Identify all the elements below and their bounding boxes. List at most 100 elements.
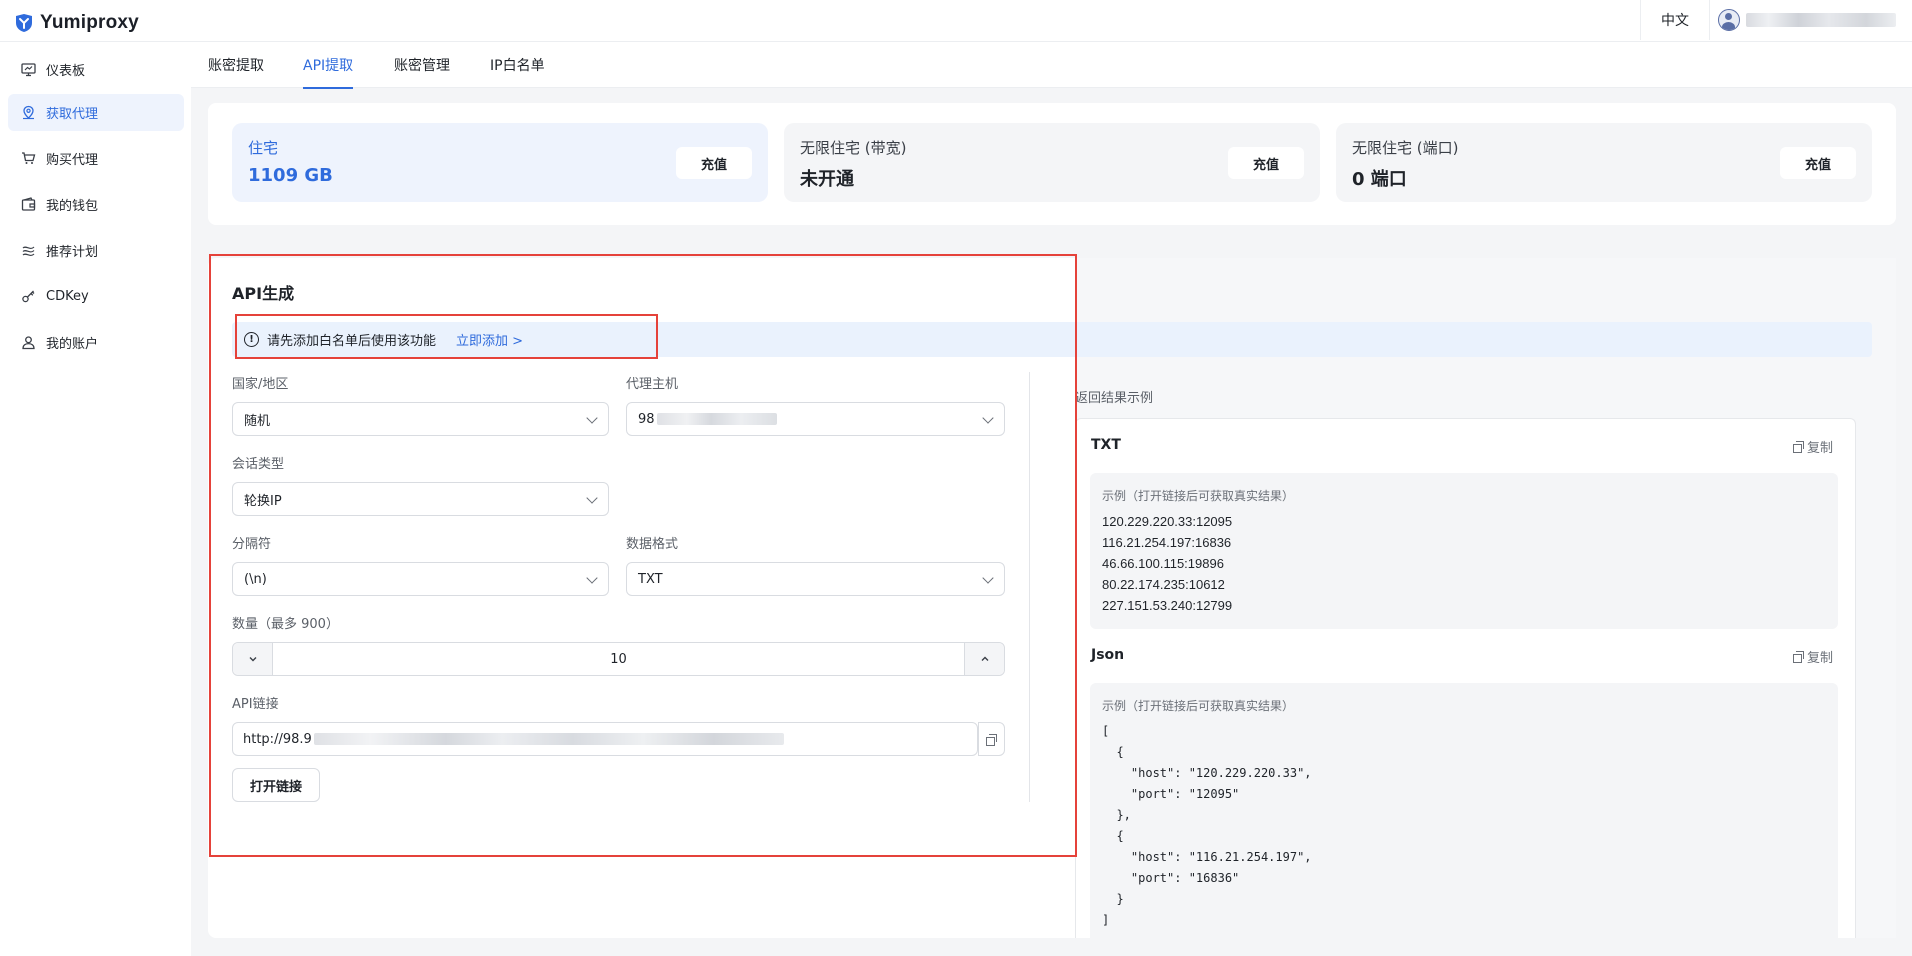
separator-label: 分隔符 <box>232 537 272 552</box>
country-value: 随机 <box>244 413 271 429</box>
section-title: API生成 <box>232 284 295 303</box>
country-select[interactable]: 随机 <box>232 402 609 436</box>
json-line: ] <box>1102 913 1110 927</box>
tab-api-extract[interactable]: API提取 <box>303 42 354 89</box>
user-menu[interactable] <box>1718 9 1896 31</box>
balance-unlimited-ports: 无限住宅 (端口) 0 端口 充值 <box>1336 123 1872 202</box>
increment-button[interactable] <box>964 643 1004 675</box>
brand-logo[interactable]: Yumiproxy <box>14 12 139 34</box>
sidebar-item-referral[interactable]: 推荐计划 <box>8 232 184 269</box>
txt-line: 120.229.220.33:12095 <box>1102 514 1233 529</box>
add-whitelist-link[interactable]: 立即添加 > <box>456 330 523 349</box>
txt-line: 227.151.53.240:12799 <box>1102 598 1233 613</box>
cart-icon <box>20 151 36 167</box>
sidebar-item-buy-proxy[interactable]: 购买代理 <box>8 140 184 177</box>
copy-icon <box>986 733 997 746</box>
sidebar-item-get-proxy[interactable]: 获取代理 <box>8 94 184 131</box>
host-select[interactable]: 98 <box>626 402 1005 436</box>
sidebar-item-wallet[interactable]: 我的钱包 <box>8 186 184 223</box>
balance-residential: 住宅 1109 GB 充值 <box>232 123 768 202</box>
session-label: 会话类型 <box>232 457 285 472</box>
session-select[interactable]: 轮换IP <box>232 482 609 516</box>
avatar <box>1718 9 1740 31</box>
txt-example-box: 示例（打开链接后可获取真实结果） 120.229.220.33:12095 11… <box>1090 473 1838 629</box>
separator-value: (\n) <box>244 571 267 587</box>
column-divider <box>1029 372 1030 802</box>
balance-unlimited-bandwidth: 无限住宅 (带宽) 未开通 充值 <box>784 123 1320 202</box>
api-link-redacted <box>313 733 784 745</box>
copy-label: 复制 <box>1807 651 1834 666</box>
recharge-button[interactable]: 充值 <box>676 147 752 179</box>
balance-value: 未开通 <box>800 169 854 190</box>
sidebar-item-label: 我的钱包 <box>46 199 99 214</box>
chevron-down-icon <box>249 657 256 662</box>
tab-ip-whitelist[interactable]: IP白名单 <box>490 42 545 88</box>
sidebar-item-dashboard[interactable]: 仪表板 <box>8 51 184 88</box>
host-redacted <box>656 413 777 425</box>
copy-icon <box>1793 651 1804 663</box>
balance-panel: 住宅 1109 GB 充值 无限住宅 (带宽) 未开通 充值 无限住宅 (端口)… <box>208 103 1896 225</box>
host-label: 代理主机 <box>626 377 679 392</box>
top-bar: Yumiproxy 中文 <box>0 0 1912 42</box>
sidebar-item-cdkey[interactable]: CDKey <box>8 278 184 315</box>
api-link-value: http://98.9 <box>243 731 312 747</box>
copy-json-button[interactable]: 复制 <box>1793 647 1833 666</box>
json-example-box: 示例（打开链接后可获取真实结果） [ { "host": "120.229.22… <box>1090 683 1838 938</box>
open-link-button[interactable]: 打开链接 <box>232 768 320 802</box>
json-line: [ <box>1102 724 1110 738</box>
copy-txt-button[interactable]: 复制 <box>1793 437 1833 456</box>
user-icon <box>20 335 36 351</box>
format-label: 数据格式 <box>626 537 679 552</box>
sidebar: 仪表板 获取代理 购买代理 我的钱包 推荐计划 CDKey 我的账户 <box>0 42 191 956</box>
txt-line: 116.21.254.197:16836 <box>1102 535 1232 550</box>
tab-account-management[interactable]: 账密管理 <box>394 42 450 88</box>
format-select[interactable]: TXT <box>626 562 1005 596</box>
location-icon <box>20 105 36 121</box>
tab-account-extract[interactable]: 账密提取 <box>208 42 264 88</box>
sidebar-item-label: 获取代理 <box>46 107 99 122</box>
chevron-up-icon <box>981 656 988 661</box>
json-line: { <box>1102 745 1124 759</box>
json-line: "port": "16836" <box>1102 871 1240 885</box>
logo-icon <box>16 14 32 32</box>
tab-bar: 账密提取 API提取 账密管理 IP白名单 <box>191 42 1912 89</box>
balance-value: 0 端口 <box>1352 169 1407 190</box>
brand-name: Yumiproxy <box>40 12 139 33</box>
json-line: "host": "120.229.220.33", <box>1102 766 1312 780</box>
referral-icon <box>20 243 36 259</box>
quantity-stepper: 10 <box>232 642 1005 676</box>
txt-heading: TXT <box>1091 437 1121 453</box>
user-name-redacted <box>1746 13 1896 27</box>
example-caption: 示例（打开链接后可获取真实结果） <box>1102 699 1295 713</box>
separator-select[interactable]: (\n) <box>232 562 609 596</box>
json-line: "port": "12095" <box>1102 787 1240 801</box>
recharge-button[interactable]: 充值 <box>1780 147 1856 179</box>
chevron-down-icon <box>982 572 994 584</box>
sidebar-item-label: 仪表板 <box>46 64 86 79</box>
api-link-label: API链接 <box>232 697 279 712</box>
decrement-button[interactable] <box>233 643 273 675</box>
chevron-down-icon <box>586 412 598 424</box>
api-link-field[interactable]: http://98.9 <box>232 722 978 756</box>
recharge-button[interactable]: 充值 <box>1228 147 1304 179</box>
quantity-input[interactable]: 10 <box>273 643 964 675</box>
json-line: }, <box>1102 808 1131 822</box>
balance-title: 无限住宅 (带宽) <box>800 139 907 157</box>
format-value: TXT <box>638 571 663 587</box>
dashboard-icon <box>20 62 36 78</box>
sidebar-item-label: CDKey <box>46 289 89 304</box>
sidebar-item-account[interactable]: 我的账户 <box>8 324 184 361</box>
chevron-down-icon <box>586 492 598 504</box>
sidebar-item-label: 购买代理 <box>46 153 99 168</box>
json-line: { <box>1102 829 1124 843</box>
sidebar-item-label: 我的账户 <box>46 337 99 352</box>
chevron-down-icon <box>586 572 598 584</box>
txt-line: 46.66.100.115:19896 <box>1102 556 1224 571</box>
txt-line: 80.22.174.235:10612 <box>1102 577 1225 592</box>
sidebar-item-label: 推荐计划 <box>46 245 99 260</box>
host-value: 98 <box>638 411 655 427</box>
wallet-icon <box>20 197 36 213</box>
json-line: } <box>1102 892 1124 906</box>
copy-link-button[interactable] <box>978 722 1005 756</box>
language-switch[interactable]: 中文 <box>1640 0 1710 40</box>
